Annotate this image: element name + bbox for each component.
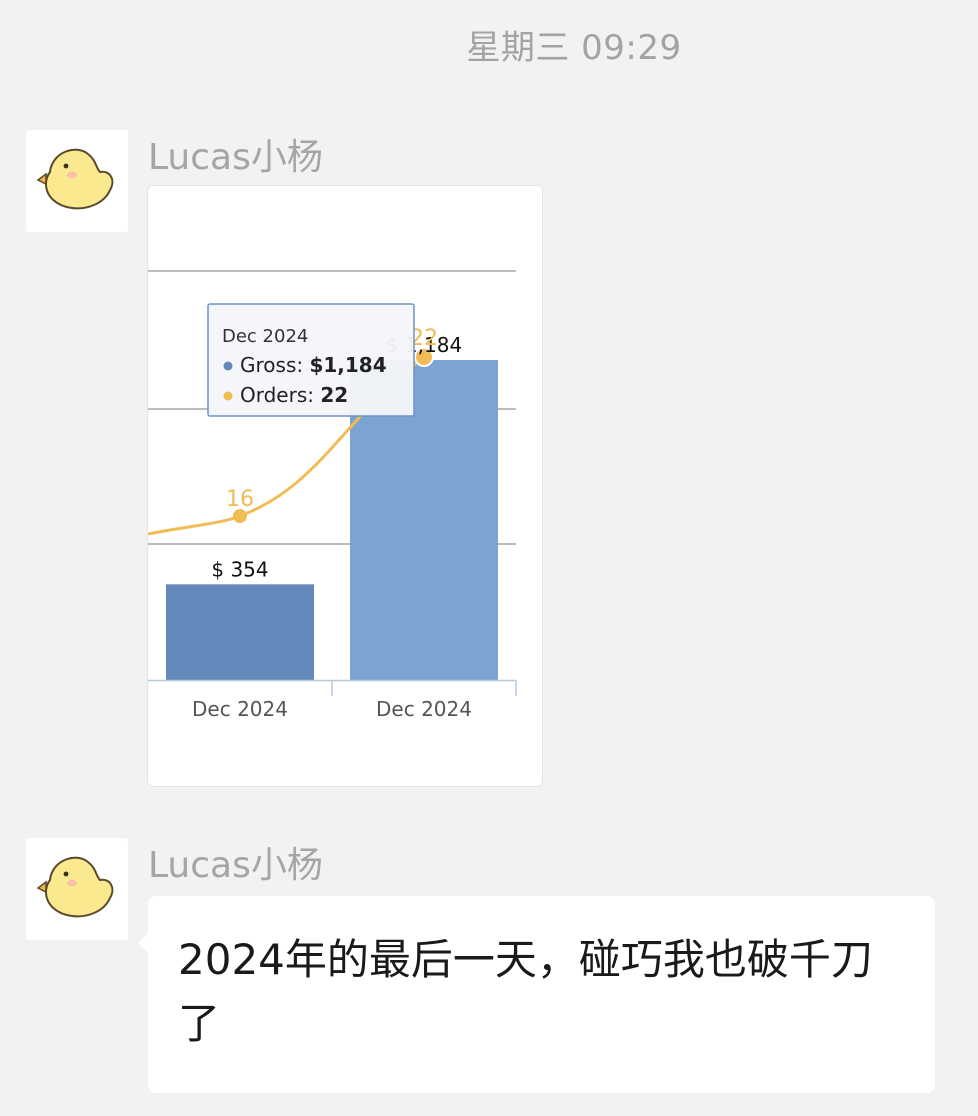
tooltip-legend-dot	[223, 391, 233, 401]
bar-gross	[166, 584, 314, 680]
gross-orders-chart: Dec 2024 Dec 2024 $ 354$ 1,1841622 Dec 20…	[148, 270, 517, 721]
sender-name[interactable]: Lucas小杨	[148, 836, 323, 888]
tooltip-legend-dot	[223, 361, 233, 371]
tooltip-row: Gross: $1,184	[240, 353, 387, 377]
sender-avatar[interactable]	[26, 130, 128, 232]
tooltip-series-value: $1,184	[309, 353, 386, 377]
x-tick-label: Dec 2024	[376, 697, 472, 721]
tooltip-series-name: Orders:	[240, 383, 320, 407]
chick-icon	[36, 856, 114, 918]
tooltip-series-name: Gross:	[240, 353, 309, 377]
tooltip-series-value: 22	[320, 383, 348, 407]
data-label-gross: $ 354	[211, 557, 268, 581]
x-tick-label: Dec 2024	[192, 697, 288, 721]
chick-icon	[36, 148, 114, 210]
message-timestamp: 星期三 09:29	[466, 28, 682, 68]
chart-image-message[interactable]: Dec 2024 Dec 2024 $ 354 $ 1,184 16 22 Dec 20…	[147, 185, 543, 787]
message-text: 2024年的最后一天，碰巧我也破千刀了	[178, 935, 873, 1048]
sender-name[interactable]: Lucas小杨	[148, 128, 323, 180]
sender-avatar[interactable]	[26, 838, 128, 940]
tooltip-title: Dec 2024	[222, 326, 308, 347]
text-message-bubble[interactable]: 2024年的最后一天，碰巧我也破千刀了	[138, 896, 935, 1093]
data-label-orders: 16	[226, 487, 254, 512]
tooltip-row: Orders: 22	[240, 383, 348, 407]
